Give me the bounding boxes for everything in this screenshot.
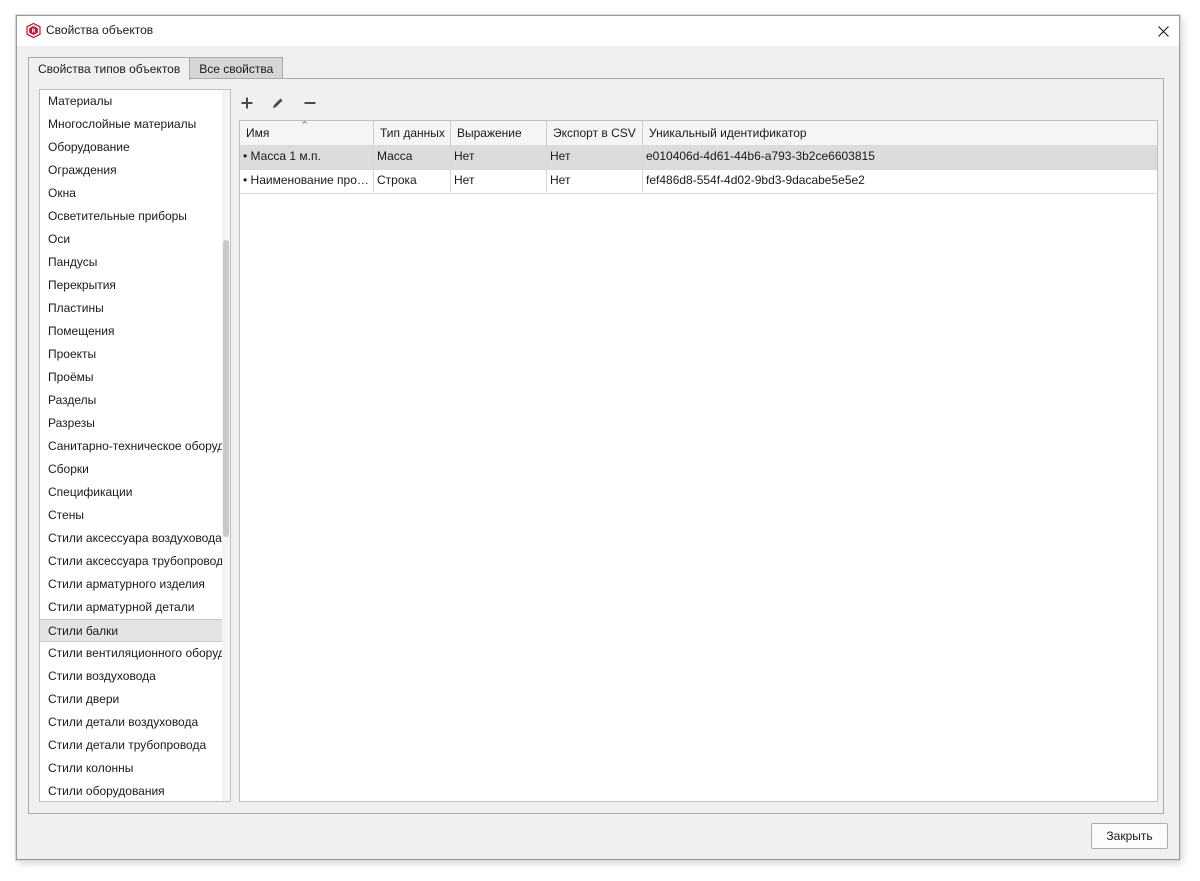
column-header-name[interactable]: Имя ⌃ xyxy=(240,121,374,145)
table-row[interactable]: • Наименование про… Строка Нет Нет fef48… xyxy=(240,169,1157,194)
tab-all-properties[interactable]: Все свойства xyxy=(189,57,284,79)
cell-export: Нет xyxy=(547,145,643,168)
table-header: Имя ⌃ Тип данных Выражение Экспорт в CSV… xyxy=(240,121,1157,146)
list-item[interactable]: Материалы xyxy=(40,90,223,113)
column-header-label: Имя xyxy=(246,126,270,140)
object-type-list: Материалы Многослойные материалы Оборудо… xyxy=(39,89,231,802)
list-item[interactable]: Проекты xyxy=(40,343,223,366)
close-button[interactable]: Закрыть xyxy=(1091,823,1168,849)
app-logo-icon: R xyxy=(26,23,41,38)
cell-name: • Наименование про… xyxy=(240,169,374,192)
cell-id: e010406d-4d61-44b6-a793-3b2ce6603815 xyxy=(646,149,875,163)
properties-dialog: R Свойства объектов Свойства типов объек… xyxy=(16,15,1180,860)
list-item[interactable]: Ограждения xyxy=(40,159,223,182)
list-item[interactable]: Оси xyxy=(40,228,223,251)
cell-type: Масса xyxy=(374,145,451,168)
list-item[interactable]: Перекрытия xyxy=(40,274,223,297)
list-item[interactable]: Разделы xyxy=(40,389,223,412)
sort-ascending-icon: ⌃ xyxy=(300,121,310,132)
pencil-icon[interactable] xyxy=(268,93,288,113)
list-item[interactable]: Окна xyxy=(40,182,223,205)
list-item-selected[interactable]: Стили балки xyxy=(40,619,223,642)
cell-type: Строка xyxy=(374,169,451,192)
close-icon[interactable] xyxy=(1147,16,1179,46)
svg-text:R: R xyxy=(32,29,36,35)
list-item[interactable]: Стили детали трубопровода xyxy=(40,734,223,757)
list-item[interactable]: Стили вентиляционного оборудования xyxy=(40,642,223,665)
list-item[interactable]: Стили колонны xyxy=(40,757,223,780)
properties-table: Имя ⌃ Тип данных Выражение Экспорт в CSV… xyxy=(239,120,1158,802)
list-item[interactable]: Санитарно-техническое оборудование xyxy=(40,435,223,458)
minus-icon[interactable] xyxy=(300,93,320,113)
list-item[interactable]: Стили воздуховода xyxy=(40,665,223,688)
list-item[interactable]: Сборки xyxy=(40,458,223,481)
cell-expression: Нет xyxy=(451,169,547,192)
list-item[interactable]: Осветительные приборы xyxy=(40,205,223,228)
cell-expression: Нет xyxy=(451,145,547,168)
list-item[interactable]: Стили детали воздуховода xyxy=(40,711,223,734)
list-item[interactable]: Стили двери xyxy=(40,688,223,711)
list-item[interactable]: Разрезы xyxy=(40,412,223,435)
column-header-id[interactable]: Уникальный идентификатор xyxy=(643,121,1157,145)
list-item[interactable]: Проёмы xyxy=(40,366,223,389)
tab-object-type-properties[interactable]: Свойства типов объектов xyxy=(28,57,191,80)
table-row[interactable]: • Масса 1 м.п. Масса Нет Нет e010406d-4d… xyxy=(240,145,1157,170)
list-item[interactable]: Стены xyxy=(40,504,223,527)
cell-id: fef486d8-554f-4d02-9bd3-9dacabe5e5e2 xyxy=(646,173,865,187)
list-item[interactable]: Пандусы xyxy=(40,251,223,274)
list-item[interactable]: Многослойные материалы xyxy=(40,113,223,136)
list-item[interactable]: Спецификации xyxy=(40,481,223,504)
list-item[interactable]: Пластины xyxy=(40,297,223,320)
list-item[interactable]: Стили аксессуара трубопровода xyxy=(40,550,223,573)
list-item[interactable]: Помещения xyxy=(40,320,223,343)
column-header-export[interactable]: Экспорт в CSV xyxy=(547,121,643,145)
cell-name: • Масса 1 м.п. xyxy=(240,145,374,168)
tab-panel: Материалы Многослойные материалы Оборудо… xyxy=(28,78,1164,814)
title-bar: R Свойства объектов xyxy=(17,16,1179,46)
tab-bar: Свойства типов объектов Все свойства xyxy=(28,57,284,80)
list-item[interactable]: Стили арматурного изделия xyxy=(40,573,223,596)
list-item[interactable]: Стили оборудования xyxy=(40,780,223,801)
list-item[interactable]: Стили аксессуара воздуховода xyxy=(40,527,223,550)
list-scrollbar[interactable] xyxy=(222,90,230,801)
plus-icon[interactable] xyxy=(237,93,257,113)
window-title: Свойства объектов xyxy=(46,23,154,37)
cell-export: Нет xyxy=(547,169,643,192)
scrollbar-thumb[interactable] xyxy=(223,240,229,537)
column-header-expression[interactable]: Выражение xyxy=(451,121,547,145)
list-item[interactable]: Оборудование xyxy=(40,136,223,159)
list-item[interactable]: Стили арматурной детали xyxy=(40,596,223,619)
column-header-type[interactable]: Тип данных xyxy=(374,121,451,145)
